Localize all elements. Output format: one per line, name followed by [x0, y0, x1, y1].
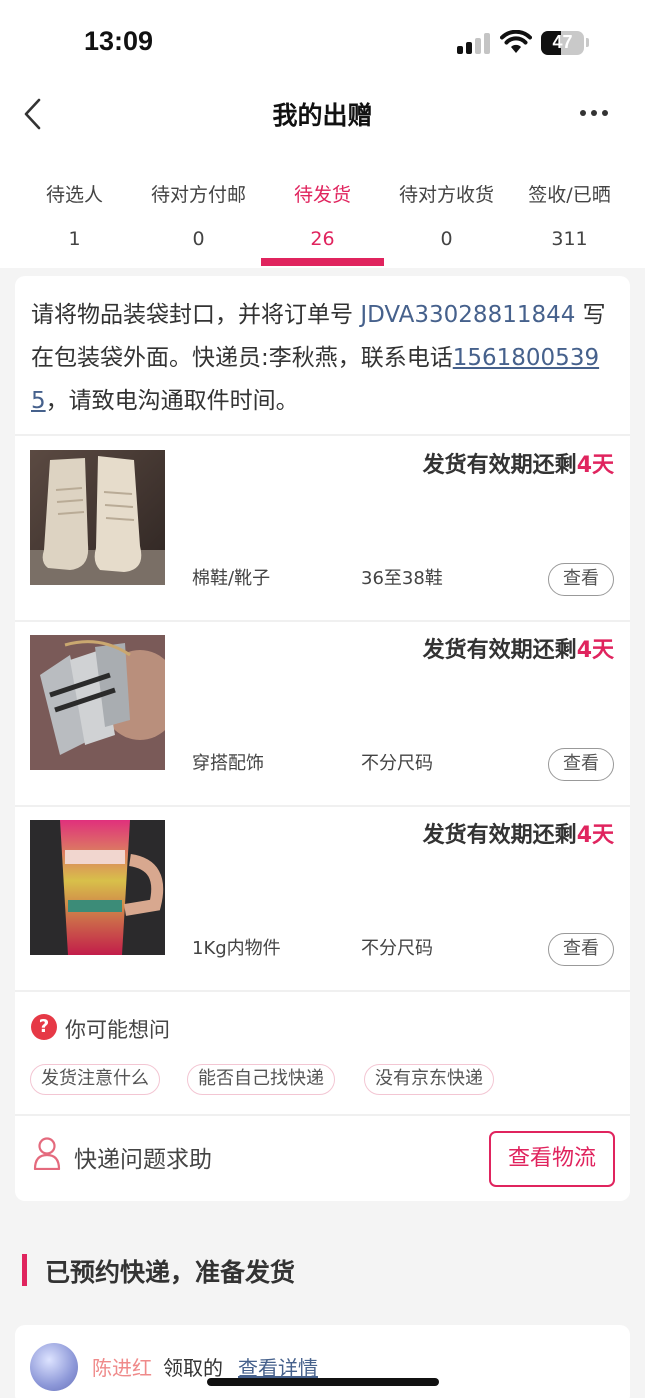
item-category: 1Kg内物件: [192, 938, 281, 959]
item-size: 不分尺码: [361, 938, 433, 959]
tab-label: 待对方收货: [398, 184, 494, 206]
view-details-link[interactable]: 查看详情: [238, 1352, 318, 1381]
courier-help-label[interactable]: 快递问题求助: [74, 1140, 212, 1174]
shipping-deadline: 发货有效期还剩4天: [423, 632, 614, 664]
view-logistics-button[interactable]: 查看物流: [489, 1131, 615, 1187]
tab-count: 311: [551, 228, 588, 250]
tab-pending-select[interactable]: 待选人 1: [10, 158, 139, 268]
section-title: 已预约快递，准备发货: [45, 1258, 296, 1287]
tab-pending-receipt[interactable]: 待对方收货 0: [382, 158, 511, 268]
tab-pending-shipment[interactable]: 待发货 26: [258, 158, 387, 268]
tab-pending-postage[interactable]: 待对方付邮 0: [134, 158, 263, 268]
faq-chip[interactable]: 没有京东快递: [364, 1064, 494, 1095]
claim-card: 陈进红 领取的 查看详情: [15, 1325, 630, 1398]
nav-bar: 我的出赠: [0, 88, 645, 158]
tab-underline: [261, 258, 384, 266]
home-indicator: [207, 1378, 439, 1386]
shipping-notice: 请将物品装袋封口，并将订单号 JDVA33028811844 写在包装袋外面。快…: [31, 294, 616, 423]
item-thumbnail-tumbler[interactable]: [30, 820, 165, 955]
question-icon: ?: [31, 1014, 57, 1040]
battery-tip: [586, 38, 589, 47]
item-size: 不分尺码: [361, 753, 433, 774]
page-title: 我的出赠: [272, 101, 373, 130]
deadline-days: 4天: [576, 638, 614, 663]
notice-prefix: 请将物品装袋封口，并将订单号: [31, 302, 361, 328]
faq-chip[interactable]: 能否自己找快递: [187, 1064, 335, 1095]
shipment-card: 请将物品装袋封口，并将订单号 JDVA33028811844 写在包装袋外面。快…: [15, 276, 630, 1201]
deadline-text: 发货有效期还剩: [422, 453, 577, 478]
tab-label: 签收/已晒: [528, 184, 611, 206]
tab-count: 26: [310, 228, 335, 250]
shipping-deadline: 发货有效期还剩4天: [423, 447, 614, 479]
avatar[interactable]: [30, 1343, 78, 1391]
status-tabs: 待选人 1 待对方付邮 0 待发货 26 待对方收货 0 签收/已晒 311: [0, 158, 645, 268]
wifi-icon: [500, 30, 532, 53]
more-icon[interactable]: [580, 110, 610, 118]
tab-label: 待对方付邮: [150, 184, 246, 206]
shipping-deadline: 发货有效期还剩4天: [423, 817, 614, 849]
section-accent-bar: [22, 1254, 27, 1286]
view-button[interactable]: 查看: [548, 933, 614, 966]
item-category: 穿搭配饰: [192, 753, 264, 774]
claimer-name[interactable]: 陈进红: [92, 1352, 152, 1381]
tab-count: 0: [192, 228, 205, 250]
courier-help-row: 快递问题求助 查看物流: [15, 1116, 630, 1201]
claim-text: 领取的: [163, 1356, 223, 1380]
view-button[interactable]: 查看: [548, 563, 614, 596]
deadline-days: 4天: [576, 453, 614, 478]
view-button[interactable]: 查看: [548, 748, 614, 781]
battery-icon: 47: [541, 31, 584, 55]
status-bar: 13:09 47: [0, 0, 645, 88]
gift-item: 发货有效期还剩4天 棉鞋/靴子 36至38鞋 查看: [15, 436, 630, 621]
item-thumbnail-accessories[interactable]: [30, 635, 165, 770]
faq-chip[interactable]: 发货注意什么: [30, 1064, 160, 1095]
gift-item: 发货有效期还剩4天 1Kg内物件 不分尺码 查看: [15, 806, 630, 991]
tab-label: 待选人: [45, 184, 103, 206]
gift-item: 发货有效期还剩4天 穿搭配饰 不分尺码 查看: [15, 621, 630, 806]
item-thumbnail-boots[interactable]: [30, 450, 165, 585]
tab-count: 0: [440, 228, 453, 250]
item-size: 36至38鞋: [361, 568, 443, 589]
item-category: 棉鞋/靴子: [192, 568, 271, 589]
tab-label: 待发货: [293, 184, 351, 206]
battery-level: 47: [552, 32, 573, 52]
tab-count: 1: [68, 228, 81, 250]
status-time: 13:09: [84, 26, 154, 56]
divider: [15, 990, 630, 992]
deadline-text: 发货有效期还剩: [422, 823, 577, 848]
faq-title: 你可能想问: [65, 1018, 170, 1042]
notice-suffix: ，请致电沟通取件时间。: [45, 388, 299, 414]
deadline-days: 4天: [576, 823, 614, 848]
deadline-text: 发货有效期还剩: [422, 638, 577, 663]
tab-received[interactable]: 签收/已晒 311: [505, 158, 634, 268]
order-number: JDVA33028811844: [360, 302, 576, 328]
signal-icon: [457, 32, 491, 54]
person-icon: [33, 1137, 61, 1170]
